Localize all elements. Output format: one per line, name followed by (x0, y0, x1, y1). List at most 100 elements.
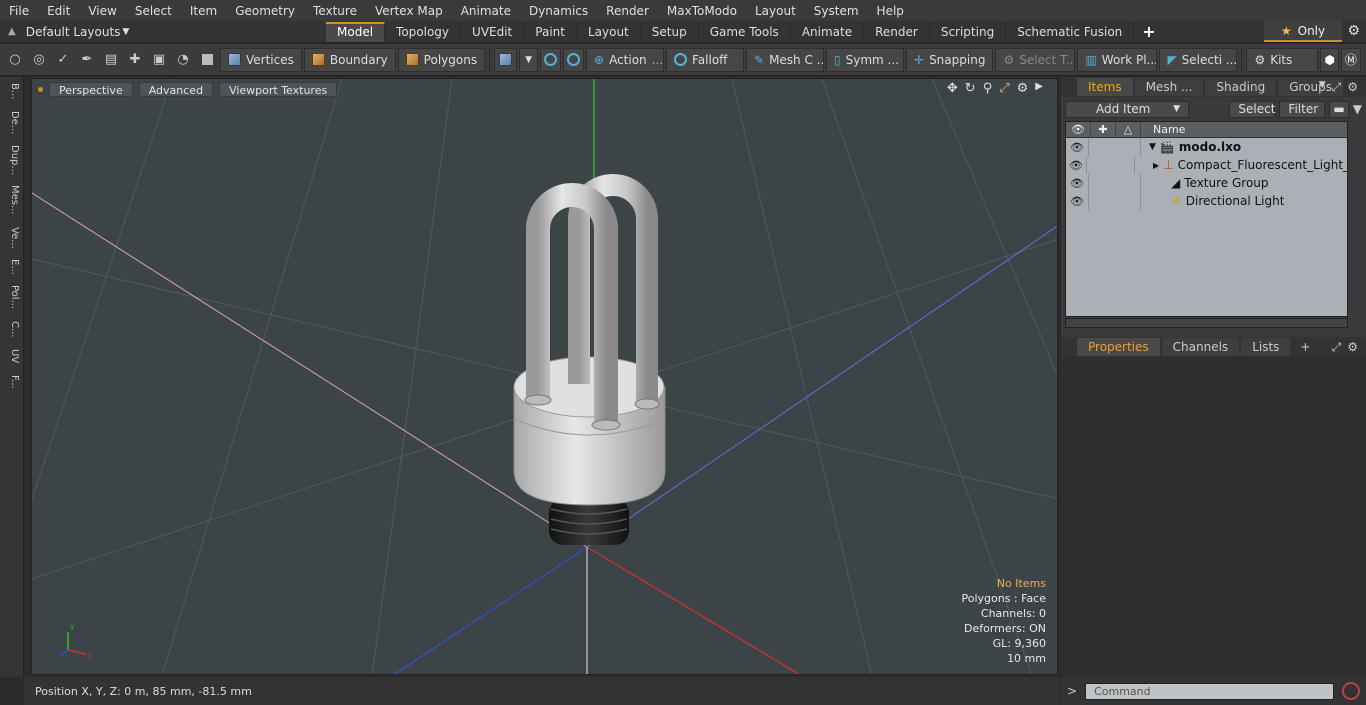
symmetry-button[interactable]: ▯ Symm ... (826, 47, 904, 72)
menu-file[interactable]: File (0, 4, 38, 18)
panel-expand-icon[interactable]: ⤢ (1332, 80, 1342, 95)
menu-animate[interactable]: Animate (452, 4, 520, 18)
menu-edit[interactable]: Edit (38, 4, 79, 18)
item-row-texture-group[interactable]: 👁 ◢ Texture Group (1066, 174, 1347, 192)
collapse-arrow-icon[interactable]: ▼ (1149, 142, 1156, 152)
panel-dropdown-icon[interactable]: ▼ (1319, 80, 1326, 95)
tab-layout[interactable]: Layout (577, 21, 641, 42)
tab-lists[interactable]: Lists (1241, 338, 1291, 356)
tab-schematic-fusion[interactable]: Schematic Fusion (1006, 21, 1135, 42)
tab-render[interactable]: Render (864, 21, 930, 42)
viewport-gear-icon[interactable]: ⚙ (1017, 81, 1029, 96)
layout-selector[interactable]: ▲ Default Layouts ▼ (0, 21, 326, 43)
strip-tab-duplicate[interactable]: Dup... (4, 145, 20, 175)
menu-render[interactable]: Render (597, 4, 658, 18)
symmetry-toggle-b[interactable] (563, 47, 584, 72)
maximize-icon[interactable]: ⤢ (999, 81, 1009, 96)
globe-icon[interactable]: ◎ (28, 49, 50, 71)
add-panel-tab-button[interactable]: + (1292, 340, 1318, 354)
viewport-more-icon[interactable]: ▶ (1035, 81, 1043, 96)
tab-game-tools[interactable]: Game Tools (699, 21, 791, 42)
item-row-directional-light[interactable]: 👁 ☀ Directional Light (1066, 192, 1347, 210)
add-item-button[interactable]: Add Item ▼ (1065, 100, 1189, 118)
item-row-compact-fluorescent-light[interactable]: 👁 ▶ ⊥ Compact_Fluorescent_Light_ ... (1066, 156, 1347, 174)
mesh-constraints-button[interactable]: ✎ Mesh C ... (746, 47, 824, 72)
tab-channels[interactable]: Channels (1161, 338, 1240, 356)
material-mode-button[interactable] (494, 47, 518, 72)
select-button[interactable]: Select (1229, 100, 1275, 118)
menu-dynamics[interactable]: Dynamics (520, 4, 597, 18)
expand-arrow-icon[interactable]: ▶ (1153, 161, 1159, 170)
perspective-button[interactable]: Perspective (49, 81, 133, 97)
mode-dropdown[interactable]: ▼ (519, 47, 538, 72)
item-mode-icon[interactable] (196, 49, 218, 71)
layout-expand-icon[interactable]: ▲ (8, 26, 16, 37)
unreal-button[interactable]: Ⓜ (1340, 47, 1361, 72)
strip-tab-vertex[interactable]: Ve... (4, 227, 20, 249)
brush-icon[interactable]: ✒ (76, 49, 98, 71)
snap-box-icon[interactable]: ▣ (148, 49, 170, 71)
symmetry-toggle-a[interactable] (540, 47, 561, 72)
select-through-button[interactable]: ⚙ Select T... (995, 47, 1076, 72)
pen-icon[interactable]: ✓ (52, 49, 74, 71)
tab-paint[interactable]: Paint (524, 21, 577, 42)
3d-viewport[interactable]: Perspective Advanced Viewport Textures ✥… (31, 78, 1058, 675)
collapse-icon[interactable]: ▬ (1329, 100, 1349, 118)
menu-layout[interactable]: Layout (746, 4, 805, 18)
boundary-button[interactable]: Boundary (303, 47, 396, 72)
name-column-header[interactable]: Name (1141, 123, 1185, 136)
panel-gear-icon[interactable]: ⚙ (1347, 80, 1358, 95)
select-circle-icon[interactable]: ○ (4, 49, 26, 71)
strip-tab-curve[interactable]: C... (4, 321, 20, 338)
tab-properties[interactable]: Properties (1077, 338, 1160, 356)
rotate-view-icon[interactable]: ↻ (965, 81, 976, 96)
kits-button[interactable]: ⚙ Kits (1246, 47, 1319, 72)
vertices-button[interactable]: Vertices (220, 47, 302, 72)
strip-tab-uv[interactable]: UV (4, 349, 20, 363)
tab-setup[interactable]: Setup (641, 21, 699, 42)
strip-tab-deform[interactable]: De... (4, 111, 20, 134)
work-plane-button[interactable]: ▥ Work Pl... (1077, 47, 1158, 72)
menu-help[interactable]: Help (868, 4, 913, 18)
only-button[interactable]: ★ Only (1264, 21, 1342, 42)
tab-scripting[interactable]: Scripting (930, 21, 1007, 42)
panel-gear-icon[interactable]: ⚙ (1347, 340, 1358, 355)
polygons-button[interactable]: Polygons (397, 47, 486, 72)
strip-tab-basic[interactable]: B... (4, 83, 20, 99)
tab-shading[interactable]: Shading (1205, 78, 1277, 96)
unity-button[interactable]: ⬢ (1320, 47, 1339, 72)
funnel-icon[interactable]: ▼ (1353, 102, 1362, 116)
viewport-textures-button[interactable]: Viewport Textures (219, 81, 338, 97)
tab-animate[interactable]: Animate (791, 21, 865, 42)
menu-system[interactable]: System (805, 4, 868, 18)
panel-expand-icon[interactable]: ⤢ (1332, 340, 1342, 355)
strip-tab-mesh[interactable]: Mes... (4, 185, 20, 215)
tab-mesh[interactable]: Mesh ... (1134, 78, 1204, 96)
menu-item[interactable]: Item (181, 4, 226, 18)
strip-tab-polygon[interactable]: Pol... (4, 285, 20, 309)
filter-button[interactable]: Filter (1279, 100, 1326, 118)
add-tab-button[interactable]: + (1134, 22, 1163, 41)
strip-tab-fusion[interactable]: F... (4, 375, 20, 389)
falloff-button[interactable]: Falloff (666, 47, 744, 72)
center-icon[interactable]: ✚ (124, 49, 146, 71)
record-icon[interactable] (1342, 682, 1360, 700)
rotate-icon[interactable]: ◔ (172, 49, 194, 71)
menu-geometry[interactable]: Geometry (226, 4, 304, 18)
bulb-model[interactable] (513, 174, 666, 545)
gear-icon[interactable]: ⚙ (1347, 23, 1360, 39)
menu-maxtomodo[interactable]: MaxToModo (658, 4, 746, 18)
tab-model[interactable]: Model (326, 21, 386, 42)
eye-icon[interactable]: 👁 (1066, 195, 1088, 208)
menu-vertex-map[interactable]: Vertex Map (366, 4, 452, 18)
tab-uvedit[interactable]: UVEdit (461, 21, 525, 42)
strip-tab-edge[interactable]: E... (4, 259, 20, 275)
tab-topology[interactable]: Topology (385, 21, 462, 42)
eye-icon[interactable]: 👁 (1066, 141, 1088, 154)
action-button[interactable]: ⊕ Action... (586, 47, 664, 72)
menu-texture[interactable]: Texture (304, 4, 366, 18)
command-input[interactable]: Command (1085, 682, 1334, 700)
eye-icon[interactable]: 👁 (1066, 177, 1088, 190)
move-view-icon[interactable]: ✥ (947, 81, 958, 96)
item-row-modo-lxo[interactable]: 👁 ▼ 🎬 modo.lxo (1066, 138, 1347, 156)
